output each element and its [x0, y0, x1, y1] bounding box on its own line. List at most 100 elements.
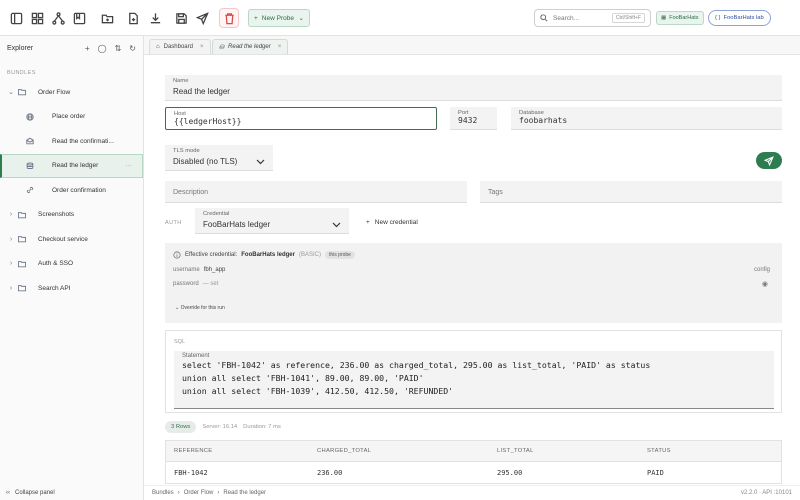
tls-label: TLS mode: [173, 148, 200, 154]
sidebar: Explorer + ◯ ⇅ ↻ BUNDLES ⌄ Order Flow Pl…: [0, 36, 144, 500]
column-header[interactable]: REFERENCE: [166, 448, 309, 454]
results-table: REFERENCE CHARGED_TOTAL LIST_TOTAL STATU…: [165, 440, 782, 484]
save-icon[interactable]: [171, 8, 191, 28]
search-box[interactable]: Search... Ctrl/Shift+F: [534, 9, 651, 27]
credential-value: FooBarHats ledger: [203, 220, 271, 229]
column-header[interactable]: CHARGED_TOTAL: [309, 448, 489, 454]
sql-panel: SQL Statement select 'FBH-1042' as refer…: [165, 330, 782, 413]
tags-placeholder: Tags: [488, 189, 503, 196]
statement-label: Statement: [182, 353, 210, 359]
effective-credential-type: (BASIC): [298, 252, 321, 258]
new-probe-button[interactable]: + New Probe ⌄: [248, 9, 310, 27]
toolbar: + New Probe ⌄ Search... Ctrl/Shift+F ▦ F…: [0, 0, 800, 36]
config-link[interactable]: config: [754, 267, 770, 273]
sql-section-label: SQL: [174, 339, 186, 345]
close-icon[interactable]: ×: [278, 44, 282, 50]
new-credential-label: New credential: [374, 219, 418, 226]
breadcrumb-item[interactable]: Order Flow: [184, 490, 214, 496]
sidebar-item-read-confirmation[interactable]: Read the confirmati...: [0, 129, 143, 154]
new-folder-icon[interactable]: [97, 8, 117, 28]
chevron-right-icon: ›: [217, 490, 220, 496]
info-icon: [173, 251, 181, 259]
statement-editor[interactable]: Statement select 'FBH-1042' as reference…: [174, 351, 774, 409]
delete-icon[interactable]: [219, 8, 239, 28]
username-row: username fbh_app: [173, 267, 225, 273]
folder-icon: [16, 282, 28, 294]
grid-icon[interactable]: [27, 8, 47, 28]
folder-icon: [16, 209, 28, 221]
home-icon: ⌂: [156, 44, 160, 50]
sidebar-item-label: Order Flow: [38, 88, 71, 96]
sidebar-item-screenshots[interactable]: › Screenshots: [0, 203, 143, 228]
collapse-panel-button[interactable]: ‹‹ Collapse panel: [6, 490, 55, 496]
tab-label: Read the ledger: [228, 44, 271, 50]
send-icon: [764, 155, 774, 166]
explorer-title: Explorer: [7, 44, 34, 52]
tags-field[interactable]: Tags: [480, 181, 782, 203]
link-icon: [24, 184, 36, 196]
database-field[interactable]: Database foobarhats: [511, 107, 782, 130]
sort-icon[interactable]: ⇅: [115, 44, 122, 53]
description-placeholder: Description: [173, 189, 209, 196]
workspace-icon: ▦: [661, 15, 667, 21]
folder-icon: [16, 233, 28, 245]
eye-icon[interactable]: ◉: [762, 280, 768, 288]
override-toggle[interactable]: ⌄ Override for this run: [175, 305, 225, 311]
more-icon[interactable]: ···: [126, 162, 133, 169]
tab-dashboard[interactable]: ⌂ Dashboard ×: [149, 39, 211, 54]
sidebar-toggle-icon[interactable]: [6, 8, 26, 28]
globe-icon[interactable]: ◯: [98, 44, 107, 53]
sidebar-item-label: Read the ledger: [52, 162, 99, 170]
credential-select[interactable]: Credential FooBarHats ledger: [195, 208, 349, 234]
tls-mode-select[interactable]: TLS mode Disabled (no TLS): [165, 145, 273, 171]
sidebar-item-search-api[interactable]: › Search API: [0, 276, 143, 301]
port-value: 9432: [458, 116, 478, 125]
collection-icon[interactable]: [69, 8, 89, 28]
sidebar-item-place-order[interactable]: Place order: [0, 105, 143, 130]
name-field[interactable]: Name Read the ledger: [165, 75, 782, 101]
results-meta: 3 Rows Server: 16.14 Duration: 7 ms: [165, 421, 281, 433]
collapse-panel-label: Collapse panel: [15, 490, 55, 496]
sidebar-item-checkout-service[interactable]: › Checkout service: [0, 227, 143, 252]
folder-icon: [16, 86, 28, 98]
chevron-down-icon: ⌄: [8, 89, 14, 97]
username-value: fbh_app: [203, 267, 226, 273]
sidebar-item-order-flow[interactable]: ⌄ Order Flow: [0, 80, 143, 105]
host-field[interactable]: Host {{ledgerHost}}: [165, 107, 437, 130]
workspace-badge[interactable]: ▦ FooBarHats: [656, 11, 704, 25]
scope-chip: this probe: [324, 251, 355, 259]
table-header: REFERENCE CHARGED_TOTAL LIST_TOTAL STATU…: [166, 441, 781, 462]
description-field[interactable]: Description: [165, 181, 467, 203]
sidebar-item-auth-sso[interactable]: › Auth & SSO: [0, 252, 143, 277]
download-icon[interactable]: [145, 8, 165, 28]
mail-icon: [24, 135, 36, 147]
column-header[interactable]: STATUS: [639, 448, 779, 454]
sidebar-item-read-ledger[interactable]: Read the ledger ···: [0, 153, 143, 178]
run-probe-button[interactable]: [756, 152, 782, 169]
refresh-icon[interactable]: ↻: [129, 44, 136, 53]
add-icon[interactable]: +: [85, 44, 90, 53]
send-icon[interactable]: [192, 8, 212, 28]
username-key: username: [173, 267, 200, 273]
statement-line: select 'FBH-1042' as reference, 236.00 a…: [182, 360, 651, 370]
statement-line: union all select 'FBH-1039', 412.50, 412…: [182, 386, 454, 396]
password-row: password — set: [173, 281, 218, 287]
flow-icon[interactable]: [48, 8, 68, 28]
new-credential-button[interactable]: + New credential: [366, 219, 418, 226]
sidebar-item-label: Order confirmation: [52, 186, 106, 194]
port-field[interactable]: Port 9432: [450, 107, 497, 130]
effective-credential-prefix: Effective credential:: [185, 252, 238, 258]
column-header[interactable]: LIST_TOTAL: [489, 448, 639, 454]
breadcrumb-item[interactable]: Bundles: [152, 490, 174, 496]
chevron-right-icon: ›: [9, 211, 13, 219]
tab-bar: ⌂ Dashboard × ⛁ Read the ledger ×: [144, 36, 800, 55]
sidebar-item-label: Search API: [38, 284, 71, 292]
override-label: Override for this run: [180, 305, 225, 311]
environment-badge[interactable]: { } FooBarHats lab: [708, 10, 771, 26]
new-file-icon[interactable]: [123, 8, 143, 28]
tab-read-the-ledger[interactable]: ⛁ Read the ledger ×: [212, 39, 289, 54]
sidebar-item-order-confirmation[interactable]: Order confirmation: [0, 178, 143, 203]
chevron-down-icon: ⌄: [175, 305, 180, 311]
close-icon[interactable]: ×: [200, 44, 204, 50]
effective-credential-panel: Effective credential: FooBarHats ledger …: [165, 243, 782, 323]
